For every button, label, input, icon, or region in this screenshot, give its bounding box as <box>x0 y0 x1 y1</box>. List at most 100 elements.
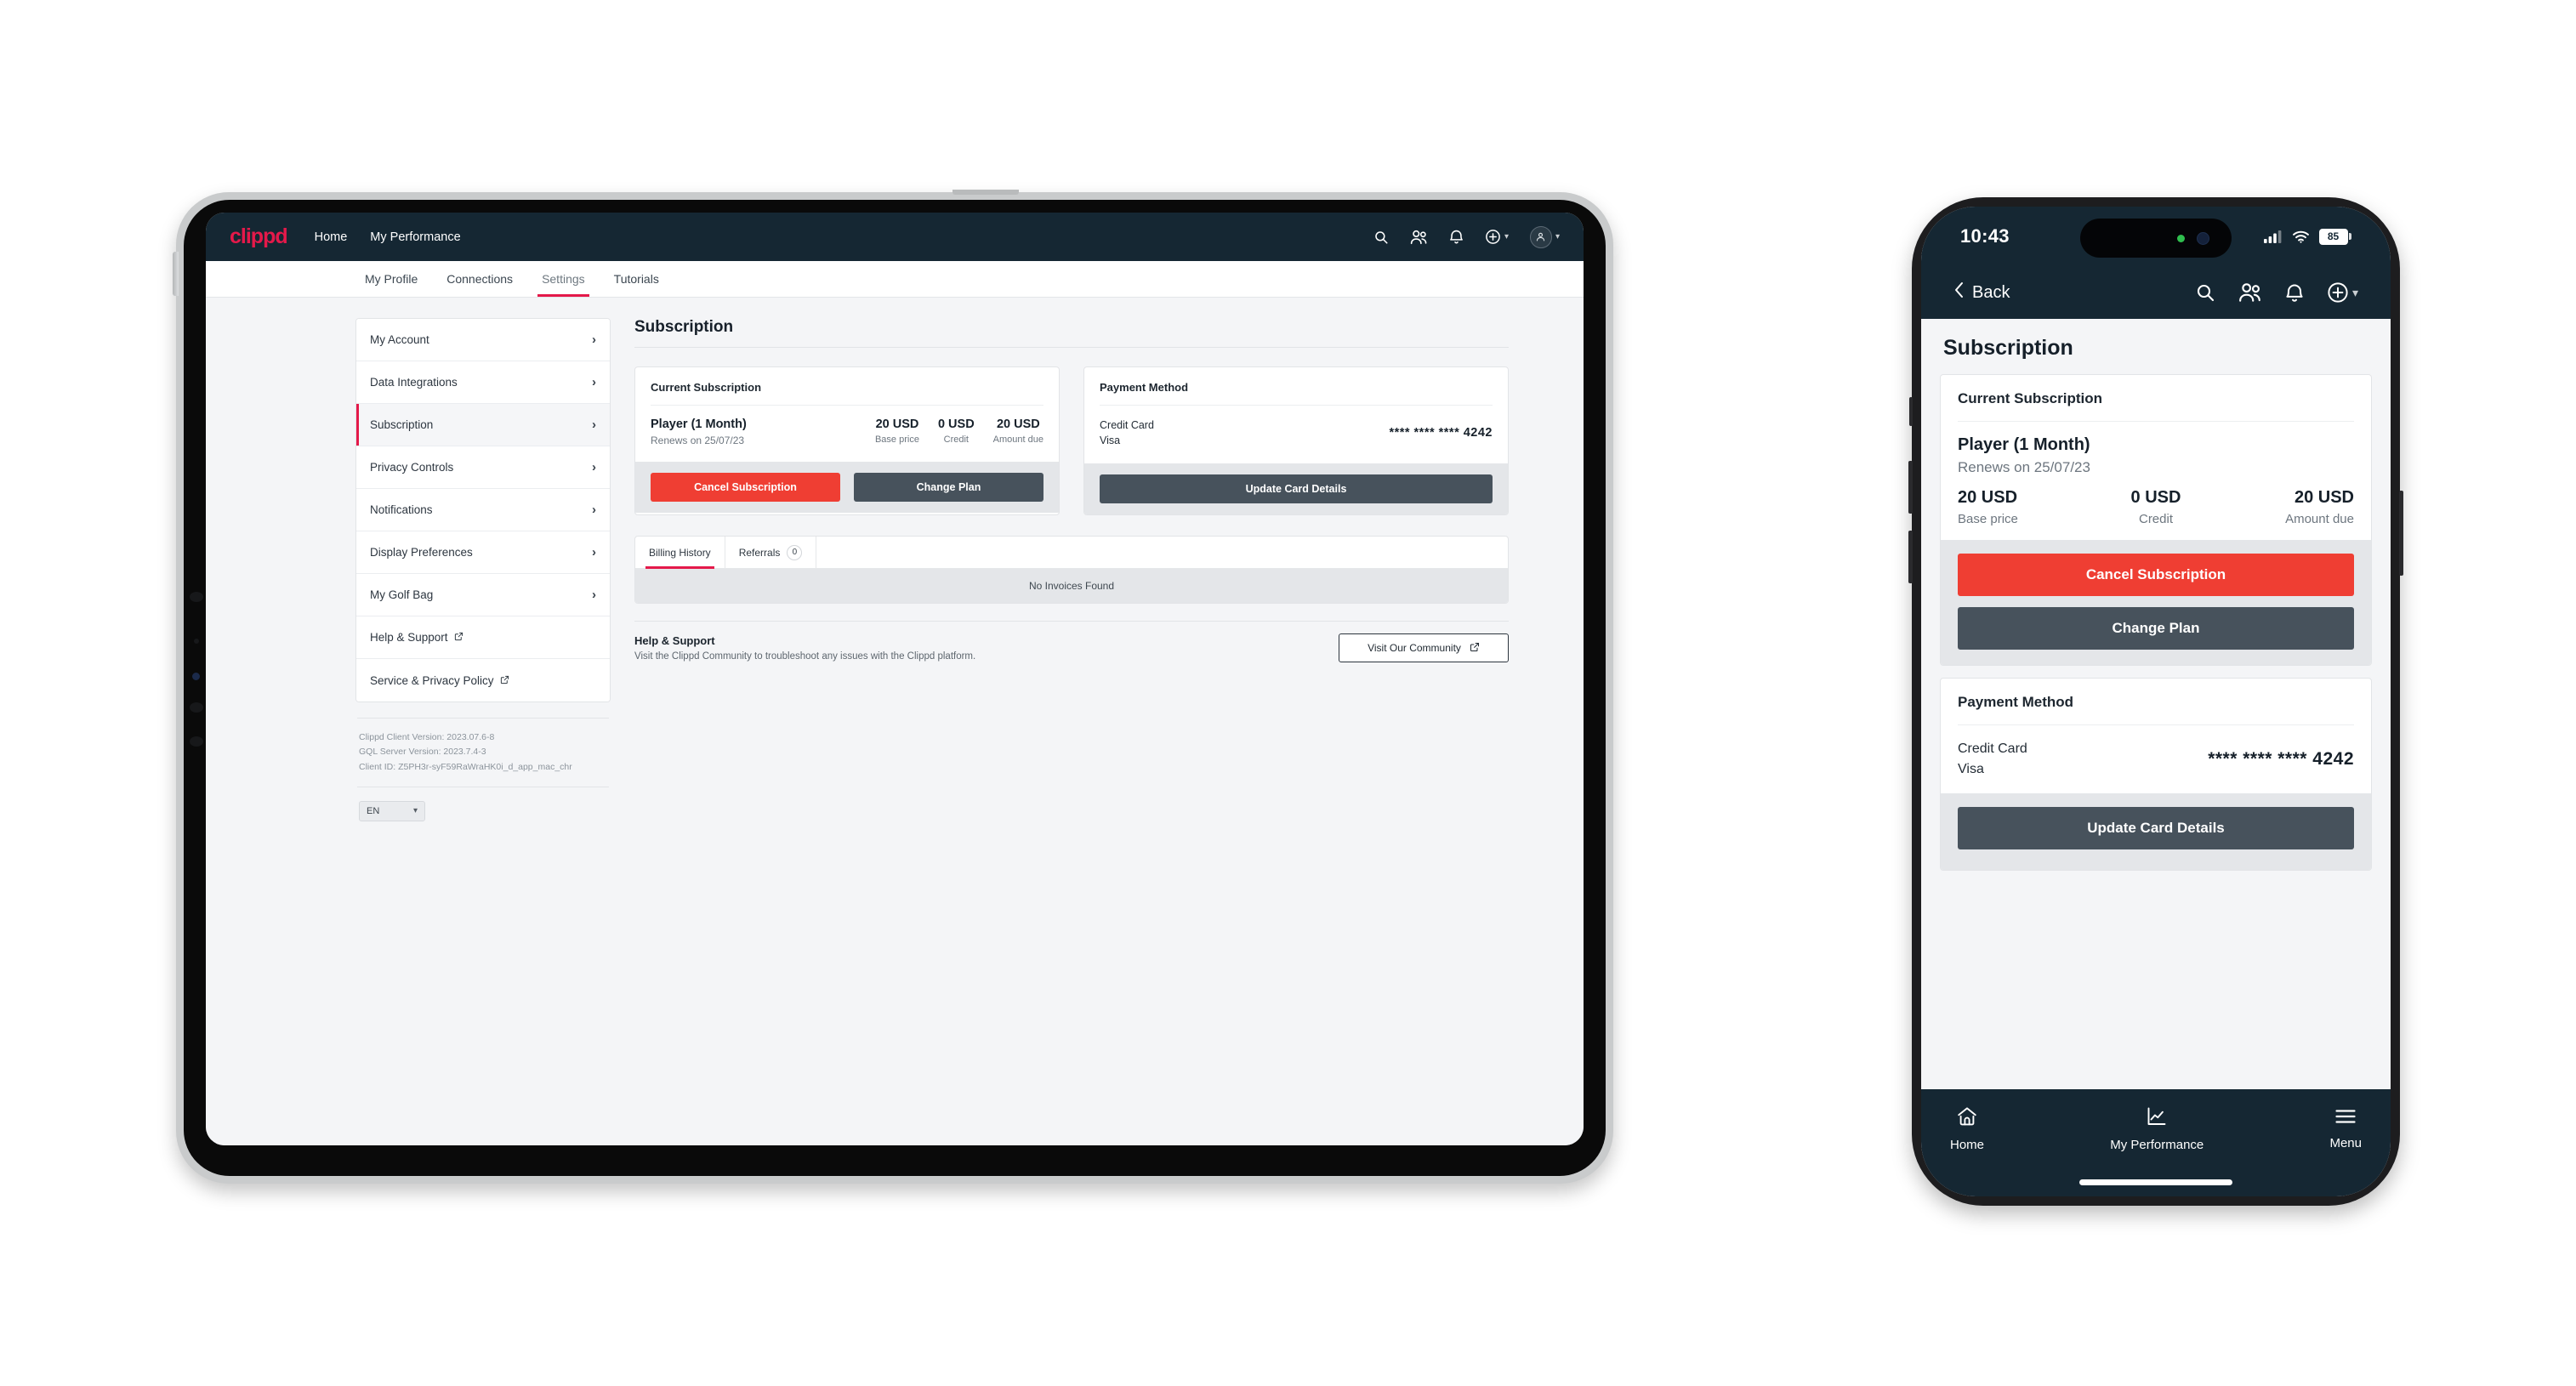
title-divider <box>634 347 1509 348</box>
change-plan-button[interactable]: Change Plan <box>1958 607 2354 650</box>
search-icon[interactable] <box>1373 230 1389 245</box>
tablet-settings-tabbar: My Profile Connections Settings Tutorial… <box>206 261 1584 298</box>
chevron-left-icon <box>1953 281 1965 304</box>
tab-referrals[interactable]: Referrals 0 <box>725 537 817 569</box>
update-card-details-button[interactable]: Update Card Details <box>1958 807 2354 849</box>
figure-credit: 0 USD Credit <box>2090 488 2221 526</box>
home-icon <box>1956 1105 1978 1132</box>
client-version: Clippd Client Version: 2023.07.6-8 <box>359 732 495 742</box>
payment-method-card: Payment Method Credit Card Visa **** ***… <box>1083 366 1509 516</box>
screenshot-stage: clippd Home My Performance ▾ ▾ My Profil… <box>0 0 2576 1386</box>
billing-section: Billing History Referrals 0 No Invoices … <box>634 536 1509 605</box>
tablet-volume-button[interactable] <box>173 252 179 296</box>
bottom-nav-menu[interactable]: Menu <box>2329 1107 2362 1150</box>
people-icon[interactable] <box>2238 282 2262 303</box>
sidebar-item-label: Data Integrations <box>370 376 458 389</box>
avatar[interactable]: ▾ <box>1529 225 1560 248</box>
phone-volume-up-button[interactable] <box>1908 461 1913 514</box>
phone-mute-switch[interactable] <box>1909 397 1913 426</box>
figure-credit: 0 USD Credit <box>919 418 975 445</box>
nav-my-performance[interactable]: My Performance <box>370 230 460 244</box>
chevron-right-icon: › <box>592 545 596 560</box>
sidebar-item-subscription[interactable]: Subscription › <box>356 404 610 446</box>
search-icon[interactable] <box>2195 282 2215 303</box>
tablet-primary-nav: Home My Performance <box>315 230 461 244</box>
cancel-subscription-button[interactable]: Cancel Subscription <box>1958 554 2354 596</box>
front-camera-icon <box>2197 231 2209 245</box>
chevron-down-icon[interactable]: ▾ <box>2352 286 2358 300</box>
help-subtitle: Visit the Clippd Community to troublesho… <box>634 651 976 662</box>
phone-content[interactable]: Current Subscription Player (1 Month) Re… <box>1921 374 2391 1089</box>
card-brand: Visa <box>1958 762 1984 776</box>
referrals-count-badge: 0 <box>787 544 803 560</box>
clippd-logo[interactable]: clippd <box>230 224 288 249</box>
sidebar-item-service-privacy-policy[interactable]: Service & Privacy Policy <box>356 659 610 702</box>
version-info: Clippd Client Version: 2023.07.6-8 GQL S… <box>355 719 611 775</box>
back-button[interactable]: Back <box>1953 281 2010 304</box>
chevron-down-icon[interactable]: ▾ <box>1504 232 1509 241</box>
sidebar-item-display-preferences[interactable]: Display Preferences › <box>356 531 610 574</box>
phone-device: 10:43 85 Back ▾ Subscription Current Sub… <box>1908 197 2403 1206</box>
tab-billing-history[interactable]: Billing History <box>635 537 725 570</box>
tablet-screen: clippd Home My Performance ▾ ▾ My Profil… <box>206 213 1584 1145</box>
figure-value: 0 USD <box>937 418 975 431</box>
sidebar-item-my-account[interactable]: My Account › <box>356 319 610 361</box>
plus-circle-icon[interactable]: ▾ <box>1485 229 1509 245</box>
camera-active-indicator <box>2177 234 2185 242</box>
bottom-nav-home[interactable]: Home <box>1950 1105 1984 1152</box>
phone-power-button[interactable] <box>2399 491 2403 576</box>
home-indicator[interactable] <box>2079 1179 2232 1185</box>
sidebar-item-label: Help & Support <box>370 631 448 644</box>
tab-tutorials[interactable]: Tutorials <box>600 261 674 297</box>
phone-volume-down-button[interactable] <box>1908 531 1913 583</box>
sidebar-item-notifications[interactable]: Notifications › <box>356 489 610 531</box>
billing-empty-state: No Invoices Found <box>635 569 1508 604</box>
chevron-down-icon[interactable]: ▾ <box>1555 232 1560 241</box>
change-plan-button[interactable]: Change Plan <box>854 473 1043 502</box>
sidebar-item-data-integrations[interactable]: Data Integrations › <box>356 361 610 404</box>
card-title: Current Subscription <box>1958 390 2103 406</box>
figure-value: 20 USD <box>875 418 919 431</box>
current-subscription-card: Current Subscription Player (1 Month) Re… <box>634 366 1060 516</box>
back-label: Back <box>1972 282 2010 302</box>
hamburger-icon <box>2334 1107 2357 1130</box>
cancel-subscription-button[interactable]: Cancel Subscription <box>651 473 840 502</box>
tablet-header-actions: ▾ ▾ <box>1373 225 1560 248</box>
sidebar-item-label: My Golf Bag <box>370 588 434 601</box>
visit-community-button[interactable]: Visit Our Community <box>1339 633 1509 663</box>
tab-my-profile[interactable]: My Profile <box>350 261 432 297</box>
card-number-masked: **** **** **** 4242 <box>1389 426 1493 440</box>
nav-home[interactable]: Home <box>315 230 348 244</box>
status-indicators: 85 <box>2263 228 2351 245</box>
language-select[interactable]: EN ▾ <box>359 800 425 821</box>
people-icon[interactable] <box>1410 230 1428 245</box>
tablet-device: clippd Home My Performance ▾ ▾ My Profil… <box>173 190 1613 1184</box>
figure-base-price: 20 USD Base price <box>856 418 919 445</box>
plan-renewal-date: Renews on 25/07/23 <box>1958 459 2090 475</box>
chevron-right-icon: › <box>592 375 596 389</box>
bell-icon[interactable] <box>1449 229 1464 245</box>
tab-connections[interactable]: Connections <box>432 261 527 297</box>
page-title: Subscription <box>634 318 734 336</box>
figure-amount-due: 20 USD Amount due <box>2222 488 2354 526</box>
help-title: Help & Support <box>634 634 715 648</box>
bottom-nav-my-performance[interactable]: My Performance <box>2110 1105 2204 1152</box>
sidebar-item-label: Subscription <box>370 418 434 431</box>
update-card-details-button[interactable]: Update Card Details <box>1100 474 1493 504</box>
external-link-icon <box>454 631 463 644</box>
sidebar-item-label: My Account <box>370 333 429 346</box>
tab-settings[interactable]: Settings <box>527 261 600 297</box>
card-title: Payment Method <box>1958 694 2074 710</box>
plan-figures: 20 USD Base price 0 USD Credit 20 USD Am… <box>1958 488 2354 526</box>
signal-icon <box>2263 230 2283 243</box>
phone-nav-bar: Back ▾ <box>1921 266 2391 319</box>
sidebar-item-help-support[interactable]: Help & Support <box>356 616 610 659</box>
sidebar-item-privacy-controls[interactable]: Privacy Controls › <box>356 446 610 489</box>
card-divider <box>651 405 1043 406</box>
plus-circle-icon[interactable]: ▾ <box>2327 281 2358 304</box>
figure-value: 0 USD <box>2130 488 2181 507</box>
phone-home-area <box>1921 1167 2391 1196</box>
bottom-nav-label: Menu <box>2329 1135 2362 1150</box>
sidebar-item-my-golf-bag[interactable]: My Golf Bag › <box>356 574 610 616</box>
bell-icon[interactable] <box>2285 282 2304 304</box>
